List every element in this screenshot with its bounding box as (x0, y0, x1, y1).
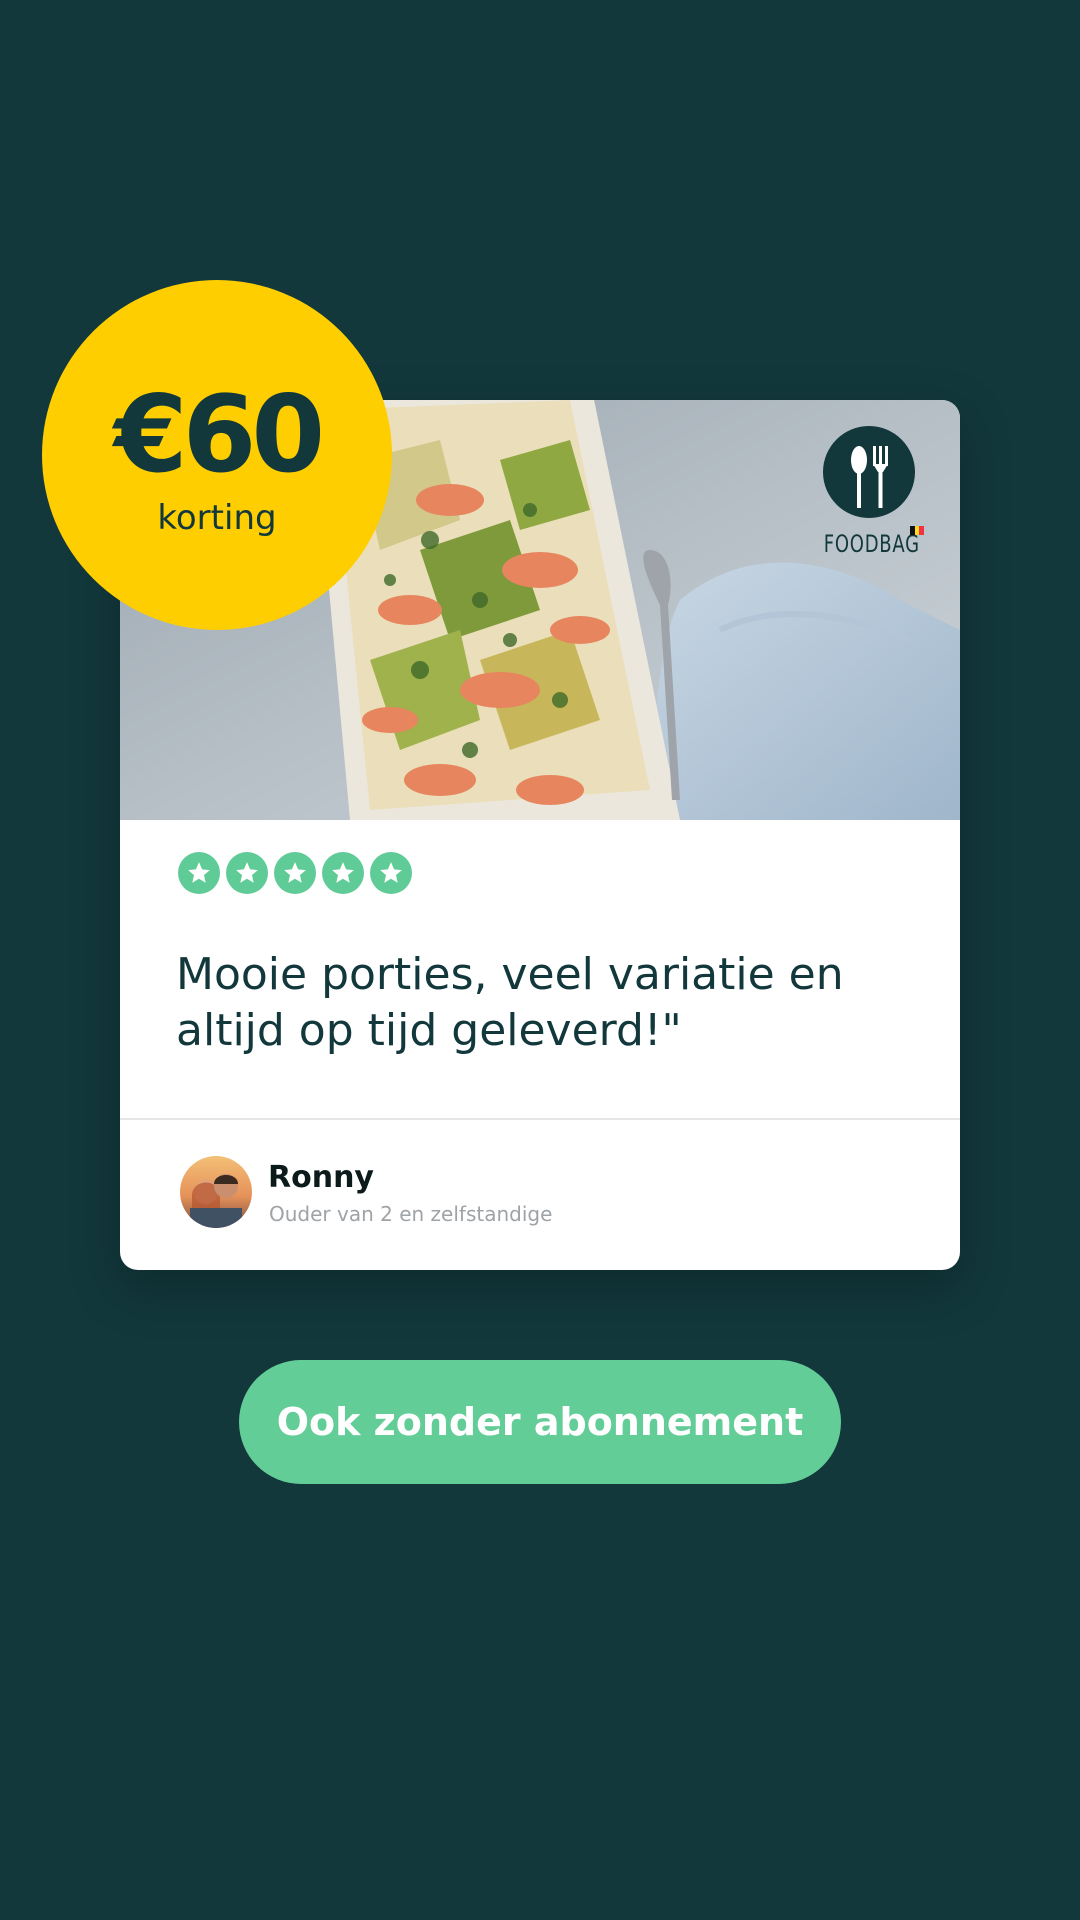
discount-amount: €60 (113, 373, 325, 496)
author-description: Ouder van 2 en zelfstandige (269, 1202, 553, 1226)
discount-badge: €60 korting (42, 280, 392, 630)
foodbag-logo: FOODBAG (810, 426, 930, 566)
review-quote: Mooie porties, veel variatie en altijd o… (176, 949, 844, 1056)
logo-badge (823, 426, 915, 518)
star-rating (178, 852, 412, 894)
logo-wordmark: FOODBAG (823, 530, 920, 558)
star-icon (274, 852, 316, 894)
discount-label: korting (157, 498, 277, 538)
cta-button[interactable]: Ook zonder abonnement (239, 1360, 841, 1484)
author-name: Ronny (268, 1160, 374, 1195)
star-icon (226, 852, 268, 894)
star-icon (322, 852, 364, 894)
belgian-flag-icon (910, 526, 925, 535)
star-icon (178, 852, 220, 894)
cutlery-icon (851, 446, 888, 508)
star-icon (370, 852, 412, 894)
avatar (180, 1156, 252, 1228)
